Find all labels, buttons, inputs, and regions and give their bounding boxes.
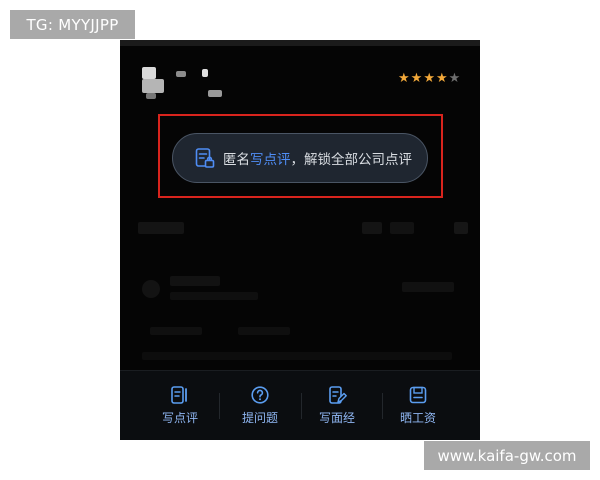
- write-interview-icon: [329, 386, 347, 404]
- question-icon: [251, 386, 269, 404]
- tab-label: 晒工资: [399, 411, 436, 425]
- star-filled-icon: ★: [435, 71, 448, 86]
- star-empty-icon: ★: [448, 71, 461, 86]
- tab-share-salary[interactable]: 晒工资: [373, 385, 463, 427]
- salary-icon: [409, 386, 427, 404]
- watermark-site: www.kaifa-gw.com: [424, 441, 590, 470]
- tab-label: 提问题: [241, 411, 278, 425]
- tab-label: 写面经: [318, 411, 355, 425]
- banner-text: 匿名写点评，解锁全部公司点评: [223, 148, 412, 168]
- star-filled-icon: ★: [398, 71, 410, 86]
- write-review-icon: [171, 386, 187, 404]
- banner-suffix: ，解锁全部公司点评: [290, 152, 413, 168]
- banner-highlight: 写点评: [250, 152, 291, 168]
- tab-label: 写点评: [161, 411, 198, 425]
- banner-prefix: 匿名: [223, 152, 250, 168]
- status-bar-strip: [120, 40, 480, 46]
- review-lock-icon: [195, 148, 215, 168]
- watermark-tag: TG: MYYJJPP: [10, 10, 135, 39]
- tab-write-review[interactable]: 写点评: [135, 385, 225, 427]
- star-filled-icon: ★: [423, 71, 435, 86]
- star-filled-icon: ★: [410, 71, 423, 86]
- tab-write-interview[interactable]: 写面经: [292, 385, 382, 427]
- app-screen: ★ ★ ★ ★ ★ 匿名写点评，解锁全部公司点评 写点评 提问题 写面经 晒工资: [120, 40, 480, 440]
- rating-stars: ★ ★ ★ ★ ★: [398, 72, 460, 85]
- bottom-action-bar: 写点评 提问题 写面经 晒工资: [120, 370, 480, 440]
- anonymous-review-banner[interactable]: 匿名写点评，解锁全部公司点评: [172, 133, 428, 183]
